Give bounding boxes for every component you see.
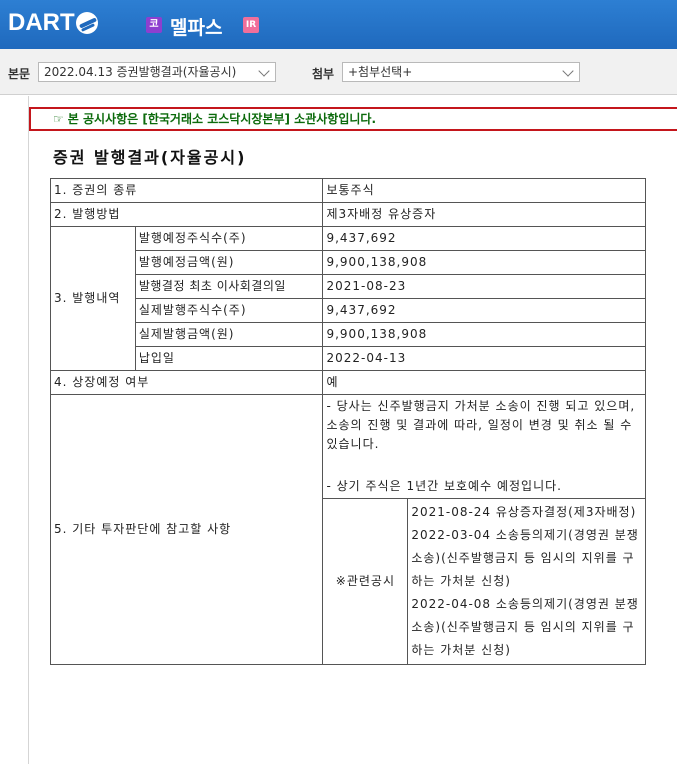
notice-text: 본 공시사항은 [한국거래소 코스닥시장본부] 소관사항입니다. xyxy=(67,112,377,126)
row-label: 1. 증권의 종류 xyxy=(49,178,324,203)
main-doc-select-value: 2022.04.13 증권발행결과(자율공시) xyxy=(44,65,237,79)
sub-value: 9,437,692 xyxy=(322,226,646,251)
remark-text: - 당사는 신주발행금지 가처분 소송이 진행 되고 있으며, 소송의 진행 및… xyxy=(326,399,636,451)
company-type-badge: 코 xyxy=(146,17,162,33)
document-selector-bar: 본문 2022.04.13 증권발행결과(자율공시) 첨부 +첨부선택+ xyxy=(0,49,677,95)
sub-value: 9,900,138,908 xyxy=(322,250,646,275)
attachment-select[interactable]: +첨부선택+ xyxy=(342,62,580,82)
sub-value: 9,437,692 xyxy=(322,298,646,323)
main-doc-label: 본문 xyxy=(8,67,31,81)
table-row: 발행예정금액(원) 9,900,138,908 xyxy=(51,250,646,275)
table-row: 실제발행금액(원) 9,900,138,908 xyxy=(51,322,646,347)
related-list: 2021-08-24 유상증자결정(제3자배정) 2022-03-04 소송등의… xyxy=(407,498,646,665)
row-label: 3. 발행내역 xyxy=(50,226,136,371)
table-row: 2. 발행방법 제3자배정 유상증자 xyxy=(49,202,646,227)
hand-point-icon: ☞ xyxy=(53,112,64,126)
related-label: ※관련공시 xyxy=(322,498,409,665)
top-bar: DART 코 멜파스 IR xyxy=(0,0,677,49)
row-value: 예 xyxy=(322,370,646,395)
sub-label: 발행예정금액(원) xyxy=(134,250,324,275)
related-disclosure-link[interactable]: 2021-08-24 유상증자결정(제3자배정) xyxy=(411,501,642,524)
main-doc-select[interactable]: 2022.04.13 증권발행결과(자율공시) xyxy=(38,62,276,82)
company-name[interactable]: 멜파스 xyxy=(170,13,222,40)
row-value: 제3자배정 유상증자 xyxy=(322,202,646,227)
table-row: 발행결정 최초 이사회결의일 2021-08-23 xyxy=(51,274,646,299)
sub-label: 발행결정 최초 이사회결의일 xyxy=(134,274,324,299)
sub-label: 실제발행주식수(주) xyxy=(134,298,324,323)
ir-badge[interactable]: IR xyxy=(243,17,259,33)
document-title: 증권 발행결과(자율공시) xyxy=(53,148,247,167)
sub-value: 2021-08-23 xyxy=(322,274,646,299)
chevron-down-icon xyxy=(562,65,574,77)
table-row: 4. 상장예정 여부 예 xyxy=(49,370,646,395)
remark-text: - 상기 주식은 1년간 보호예수 예정입니다. xyxy=(326,479,562,493)
sub-label: 납입일 xyxy=(134,346,324,371)
table-row: 1. 증권의 종류 보통주식 xyxy=(49,178,646,203)
logo-text: DART xyxy=(8,9,75,36)
table-row: 5. 기타 투자판단에 참고할 사항 - 당사는 신주발행금지 가처분 소송이 … xyxy=(49,394,646,665)
related-disclosure-link[interactable]: 2022-03-04 소송등의제기(경영권 분쟁 소송)(신주발행금지 등 임시… xyxy=(411,524,642,593)
attachment-select-value: +첨부선택+ xyxy=(348,65,413,79)
sub-label: 발행예정주식수(주) xyxy=(134,226,324,251)
sub-value: 2022-04-13 xyxy=(322,346,646,371)
table-row: 실제발행주식수(주) 9,437,692 xyxy=(51,298,646,323)
row-value: 보통주식 xyxy=(322,178,646,203)
dart-logo[interactable]: DART xyxy=(8,9,98,36)
related-disclosure-link[interactable]: 2022-04-08 소송등의제기(경영권 분쟁 소송)(신주발행금지 등 임시… xyxy=(411,593,642,662)
remarks-cell: - 당사는 신주발행금지 가처분 소송이 진행 되고 있으며, 소송의 진행 및… xyxy=(322,394,646,499)
table-row: 납입일 2022-04-13 xyxy=(51,346,646,371)
row-label: 5. 기타 투자판단에 참고할 사항 xyxy=(49,394,324,665)
document-viewer: ☞ 본 공시사항은 [한국거래소 코스닥시장본부] 소관사항입니다. 증권 발행결… xyxy=(28,96,677,764)
sub-label: 실제발행금액(원) xyxy=(134,322,324,347)
table-row: 3. 발행내역 발행예정주식수(주) 9,437,692 xyxy=(50,226,646,371)
attachment-label: 첨부 xyxy=(312,67,335,81)
row-label: 2. 발행방법 xyxy=(49,202,324,227)
chevron-down-icon xyxy=(258,65,270,77)
jurisdiction-notice: ☞ 본 공시사항은 [한국거래소 코스닥시장본부] 소관사항입니다. xyxy=(29,107,677,131)
sub-value: 9,900,138,908 xyxy=(322,322,646,347)
disclosure-table: 1. 증권의 종류 보통주식 2. 발행방법 제3자배정 유상증자 3. 발행내… xyxy=(49,178,646,665)
row-label: 4. 상장예정 여부 xyxy=(49,370,324,395)
logo-globe-icon xyxy=(75,12,98,34)
